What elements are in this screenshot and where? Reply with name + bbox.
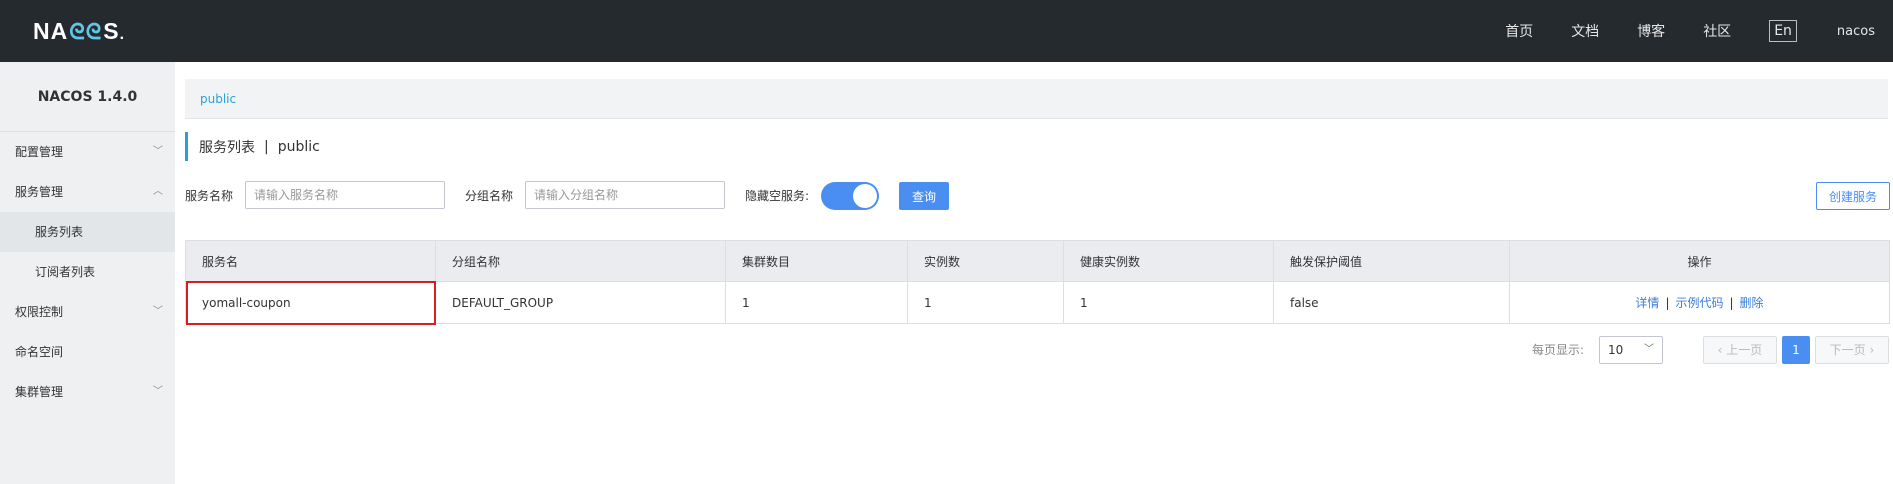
- nav-docs-link[interactable]: 文档: [1571, 21, 1599, 41]
- healthy-cell: 1: [1063, 281, 1274, 324]
- title-separator: |: [264, 138, 269, 155]
- group-name-input[interactable]: [525, 181, 725, 209]
- main-content: public 服务列表 | public 服务名称 分组名称 隐藏空服务: 查询…: [175, 62, 1893, 484]
- namespace-bar: public: [185, 79, 1888, 119]
- column-header-healthy: 健康实例数: [1063, 240, 1274, 282]
- sidebar-item-label: 配置管理: [15, 145, 64, 159]
- group-name-label: 分组名称: [465, 189, 514, 203]
- column-header-threshold: 触发保护阈值: [1273, 240, 1510, 282]
- sample-code-link[interactable]: 示例代码: [1675, 296, 1723, 310]
- action-separator: |: [1729, 296, 1734, 310]
- column-header-instances: 实例数: [907, 240, 1064, 282]
- sidebar-item-label: 订阅者列表: [35, 265, 96, 279]
- page-title-text: 服务列表: [199, 139, 255, 156]
- prev-page-button[interactable]: ‹ 上一页: [1703, 336, 1777, 364]
- pagination: 每页显示: 10 ﹀ ‹ 上一页 1 下一页 ›: [175, 336, 1893, 364]
- actions-cell: 详情 | 示例代码 | 删除: [1509, 281, 1890, 324]
- service-name-input[interactable]: [245, 181, 445, 209]
- sidebar-item-namespace[interactable]: 命名空间: [0, 332, 175, 372]
- page-size-value: 10: [1608, 343, 1624, 357]
- top-navbar: NAᘓᘓS. 首页 文档 博客 社区 En nacos: [0, 0, 1893, 62]
- chevron-right-icon: ›: [1865, 343, 1875, 357]
- sidebar: NACOS 1.4.0 配置管理 ﹀ 服务管理 ︿ 服务列表 订阅者列表 权限控…: [0, 62, 175, 484]
- query-button[interactable]: 查询: [899, 182, 949, 210]
- sidebar-item-label: 命名空间: [15, 345, 64, 359]
- table-header-row: 服务名 分组名称 集群数目 实例数 健康实例数 触发保护阈值 操作: [185, 240, 1890, 282]
- column-header-group: 分组名称: [435, 240, 726, 282]
- hide-empty-label: 隐藏空服务:: [745, 189, 810, 203]
- sidebar-item-label: 服务管理: [15, 185, 64, 199]
- chevron-down-icon: ﹀: [153, 386, 163, 397]
- nav-home-link[interactable]: 首页: [1505, 21, 1533, 41]
- group-cell: DEFAULT_GROUP: [435, 281, 726, 324]
- language-switch-button[interactable]: En: [1769, 20, 1797, 42]
- page-title: 服务列表 | public: [185, 132, 320, 161]
- nav-community-link[interactable]: 社区: [1703, 21, 1731, 41]
- page-1-button[interactable]: 1: [1782, 336, 1810, 364]
- column-header-service: 服务名: [185, 240, 436, 282]
- prev-page-label: 上一页: [1726, 343, 1763, 357]
- sidebar-item-cluster-management[interactable]: 集群管理 ﹀: [0, 372, 175, 412]
- nav-blog-link[interactable]: 博客: [1637, 21, 1665, 41]
- sidebar-item-config-management[interactable]: 配置管理 ﹀: [0, 132, 175, 172]
- threshold-cell: false: [1273, 281, 1510, 324]
- sidebar-title: NACOS 1.4.0: [0, 62, 175, 132]
- nacos-logo[interactable]: NAᘓᘓS.: [33, 14, 125, 48]
- chevron-up-icon: ︿: [153, 186, 163, 197]
- delete-link[interactable]: 删除: [1740, 296, 1764, 310]
- sidebar-item-subscriber-list[interactable]: 订阅者列表: [0, 252, 175, 292]
- column-header-actions: 操作: [1509, 240, 1890, 282]
- details-link[interactable]: 详情: [1635, 296, 1659, 310]
- next-page-label: 下一页: [1829, 343, 1866, 357]
- action-separator: |: [1665, 296, 1670, 310]
- sidebar-item-label: 服务列表: [35, 225, 84, 239]
- chevron-down-icon: ﹀: [1644, 344, 1654, 355]
- service-name: yomall-coupon: [202, 295, 291, 310]
- sidebar-item-label: 权限控制: [15, 305, 64, 319]
- table-row: yomall-coupon DEFAULT_GROUP 1 1 1 false …: [185, 281, 1890, 325]
- service-table: 服务名 分组名称 集群数目 实例数 健康实例数 触发保护阈值 操作 yomall…: [185, 240, 1890, 325]
- toggle-knob: [853, 184, 877, 208]
- filter-bar: 服务名称 分组名称 隐藏空服务: 查询 创建服务: [185, 181, 1890, 211]
- page-title-namespace: public: [277, 138, 320, 155]
- username[interactable]: nacos: [1837, 24, 1875, 39]
- chevron-down-icon: ﹀: [153, 306, 163, 317]
- create-service-button[interactable]: 创建服务: [1816, 182, 1890, 210]
- sidebar-item-service-management[interactable]: 服务管理 ︿: [0, 172, 175, 212]
- hide-empty-toggle[interactable]: [821, 182, 879, 210]
- column-header-clusters: 集群数目: [725, 240, 908, 282]
- top-nav: 首页 文档 博客 社区 En nacos: [1505, 0, 1893, 62]
- clusters-cell: 1: [725, 281, 908, 324]
- next-page-button[interactable]: 下一页 ›: [1815, 336, 1889, 364]
- page-size-select[interactable]: 10 ﹀: [1599, 336, 1663, 364]
- service-name-label: 服务名称: [185, 189, 234, 203]
- chevron-down-icon: ﹀: [153, 146, 163, 157]
- service-name-cell: yomall-coupon: [185, 281, 436, 325]
- page-size-label: 每页显示:: [1532, 343, 1585, 357]
- namespace-link-public[interactable]: public: [200, 92, 236, 106]
- instances-cell: 1: [907, 281, 1064, 324]
- sidebar-item-label: 集群管理: [15, 385, 64, 399]
- sidebar-item-access-control[interactable]: 权限控制 ﹀: [0, 292, 175, 332]
- sidebar-item-service-list[interactable]: 服务列表: [0, 212, 175, 252]
- chevron-left-icon: ‹: [1717, 343, 1727, 357]
- logo-text: NAᘓᘓS.: [33, 17, 126, 44]
